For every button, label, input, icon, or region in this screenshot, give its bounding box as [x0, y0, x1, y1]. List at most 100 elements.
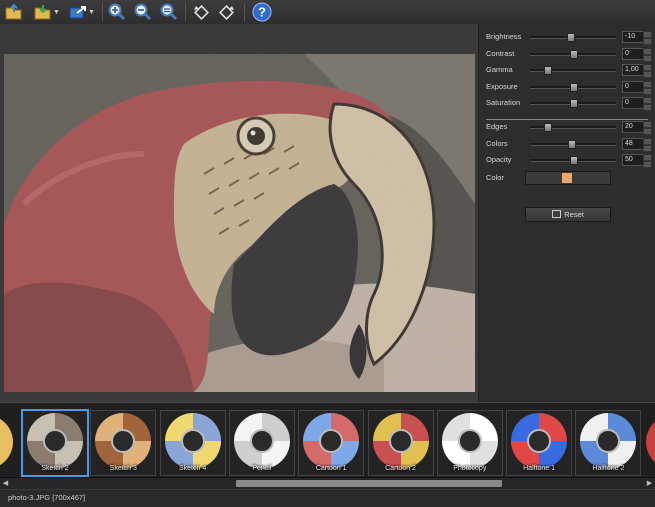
- preset-cartoon-2[interactable]: Cartoon 2: [367, 410, 434, 476]
- brightness-slider-thumb[interactable]: [567, 33, 576, 42]
- saturation-value-field[interactable]: 0: [622, 97, 644, 109]
- zoom-in-icon[interactable]: [106, 2, 128, 22]
- spin-up-icon[interactable]: [643, 154, 652, 161]
- contrast-value-field[interactable]: 0: [622, 47, 644, 60]
- gamma-value-field[interactable]: 1,00: [622, 64, 644, 76]
- preset-sketch-4[interactable]: Sketch 4: [159, 410, 226, 476]
- open-folder-icon[interactable]: [4, 2, 24, 22]
- color-picker-button[interactable]: [525, 171, 611, 185]
- spin-up-icon[interactable]: [643, 121, 652, 128]
- preset-partial-right[interactable]: [645, 412, 655, 474]
- edges-slider-thumb[interactable]: [544, 123, 553, 132]
- reset-button[interactable]: Reset: [525, 207, 611, 222]
- spin-up-icon[interactable]: [643, 31, 652, 38]
- colors-spinner[interactable]: [643, 137, 652, 152]
- gamma-row: Gamma 1,00: [486, 64, 652, 78]
- spin-down-icon[interactable]: [643, 71, 652, 78]
- preset-photocopy[interactable]: Photocopy: [436, 410, 503, 476]
- brightness-slider[interactable]: [530, 33, 616, 42]
- preset-center: [43, 429, 67, 453]
- exposure-value-field[interactable]: 0: [622, 80, 644, 93]
- opacity-slider[interactable]: [530, 156, 616, 165]
- edges-slider[interactable]: [530, 123, 616, 132]
- colors-value-field[interactable]: 48: [622, 137, 644, 150]
- brightness-spinner[interactable]: [643, 31, 652, 45]
- preset-sketch-3[interactable]: Sketch 3: [90, 410, 157, 476]
- adjustments-panel: Brightness -10 Contrast 0 Gamma 1,00 Exposure 0…: [478, 24, 655, 402]
- zoom-fit-icon[interactable]: [158, 2, 180, 22]
- preset-label: Sketch 2: [41, 465, 69, 472]
- colors-slider[interactable]: [530, 139, 616, 149]
- saturation-label: Saturation: [486, 98, 521, 107]
- spin-up-icon[interactable]: [643, 137, 652, 145]
- preset-label: Cartoon 1: [315, 465, 347, 472]
- preset-center: [527, 429, 552, 453]
- spin-down-icon[interactable]: [643, 54, 652, 62]
- preset-halftone-1[interactable]: Halftone 1: [506, 410, 573, 476]
- share-export-icon[interactable]: ▼: [66, 2, 98, 22]
- filmstrip-scrollbar[interactable]: ◀ ▶: [0, 477, 655, 489]
- chevron-down-icon[interactable]: ▼: [53, 9, 60, 16]
- gamma-label: Gamma: [486, 65, 513, 74]
- preset-label: Sketch 3: [109, 465, 137, 472]
- zoom-out-icon[interactable]: [132, 2, 154, 22]
- spin-down-icon[interactable]: [643, 104, 652, 111]
- opacity-value-field[interactable]: 50: [622, 154, 644, 166]
- preset-pencil[interactable]: Pencil: [228, 410, 295, 476]
- edges-value-field[interactable]: 20: [622, 121, 644, 133]
- spin-up-icon[interactable]: [643, 80, 652, 88]
- spin-up-icon[interactable]: [643, 64, 652, 71]
- spin-down-icon[interactable]: [643, 128, 652, 135]
- scroll-right-arrow-icon[interactable]: ▶: [644, 478, 655, 489]
- photo-preview[interactable]: [4, 54, 475, 392]
- preset-label: Sketch 4: [178, 465, 207, 472]
- spin-up-icon[interactable]: [643, 47, 652, 55]
- contrast-label: Contrast: [486, 48, 515, 58]
- colors-slider-thumb[interactable]: [568, 139, 577, 149]
- colors-label: Colors: [486, 138, 508, 148]
- rotate-left-icon[interactable]: [190, 2, 212, 22]
- preset-center: [180, 429, 205, 453]
- brightness-row: Brightness -10: [486, 31, 652, 45]
- scrollbar-thumb[interactable]: [236, 480, 502, 487]
- spin-up-icon[interactable]: [643, 97, 652, 104]
- preset-partial-left[interactable]: [0, 412, 14, 474]
- spin-down-icon[interactable]: [643, 87, 652, 95]
- exposure-row: Exposure 0: [486, 80, 652, 95]
- exposure-slider[interactable]: [530, 82, 616, 92]
- preset-cartoon-1[interactable]: Cartoon 1: [298, 410, 365, 476]
- help-icon[interactable]: ?: [250, 2, 274, 22]
- help-label: ?: [258, 5, 266, 20]
- chevron-down-icon[interactable]: ▼: [88, 9, 95, 16]
- saturation-spinner[interactable]: [643, 97, 652, 111]
- exposure-slider-thumb[interactable]: [570, 82, 578, 92]
- gamma-slider[interactable]: [530, 66, 616, 75]
- rotate-right-icon[interactable]: [216, 2, 238, 22]
- spin-down-icon[interactable]: [643, 38, 652, 45]
- gamma-slider-thumb[interactable]: [544, 66, 553, 75]
- save-folder-icon[interactable]: ▼: [32, 2, 62, 22]
- preset-sketch-2[interactable]: Sketch 2: [21, 409, 89, 477]
- edges-spinner[interactable]: [643, 121, 652, 135]
- opacity-slider-thumb[interactable]: [570, 156, 578, 165]
- contrast-slider[interactable]: [530, 49, 616, 59]
- preset-halftone-2[interactable]: Halftone 2: [575, 410, 642, 476]
- panel-divider: [486, 119, 648, 120]
- preset-label: Halftone 1: [523, 465, 556, 472]
- opacity-spinner[interactable]: [643, 154, 652, 168]
- spin-down-icon[interactable]: [643, 161, 652, 168]
- image-canvas[interactable]: [0, 24, 478, 402]
- toolbar-separator: [185, 3, 186, 21]
- saturation-row: Saturation 0: [486, 97, 652, 111]
- exposure-spinner[interactable]: [643, 80, 652, 95]
- contrast-slider-thumb[interactable]: [570, 49, 578, 59]
- saturation-slider[interactable]: [530, 99, 616, 108]
- scroll-left-arrow-icon[interactable]: ◀: [0, 478, 11, 489]
- status-filename: photo-3.JPG [700x467]: [8, 493, 86, 502]
- contrast-spinner[interactable]: [643, 47, 652, 62]
- spin-down-icon[interactable]: [643, 144, 652, 152]
- saturation-slider-thumb[interactable]: [570, 99, 578, 108]
- gamma-spinner[interactable]: [643, 64, 652, 78]
- opacity-label: Opacity: [486, 155, 512, 164]
- brightness-value-field[interactable]: -10: [622, 31, 644, 43]
